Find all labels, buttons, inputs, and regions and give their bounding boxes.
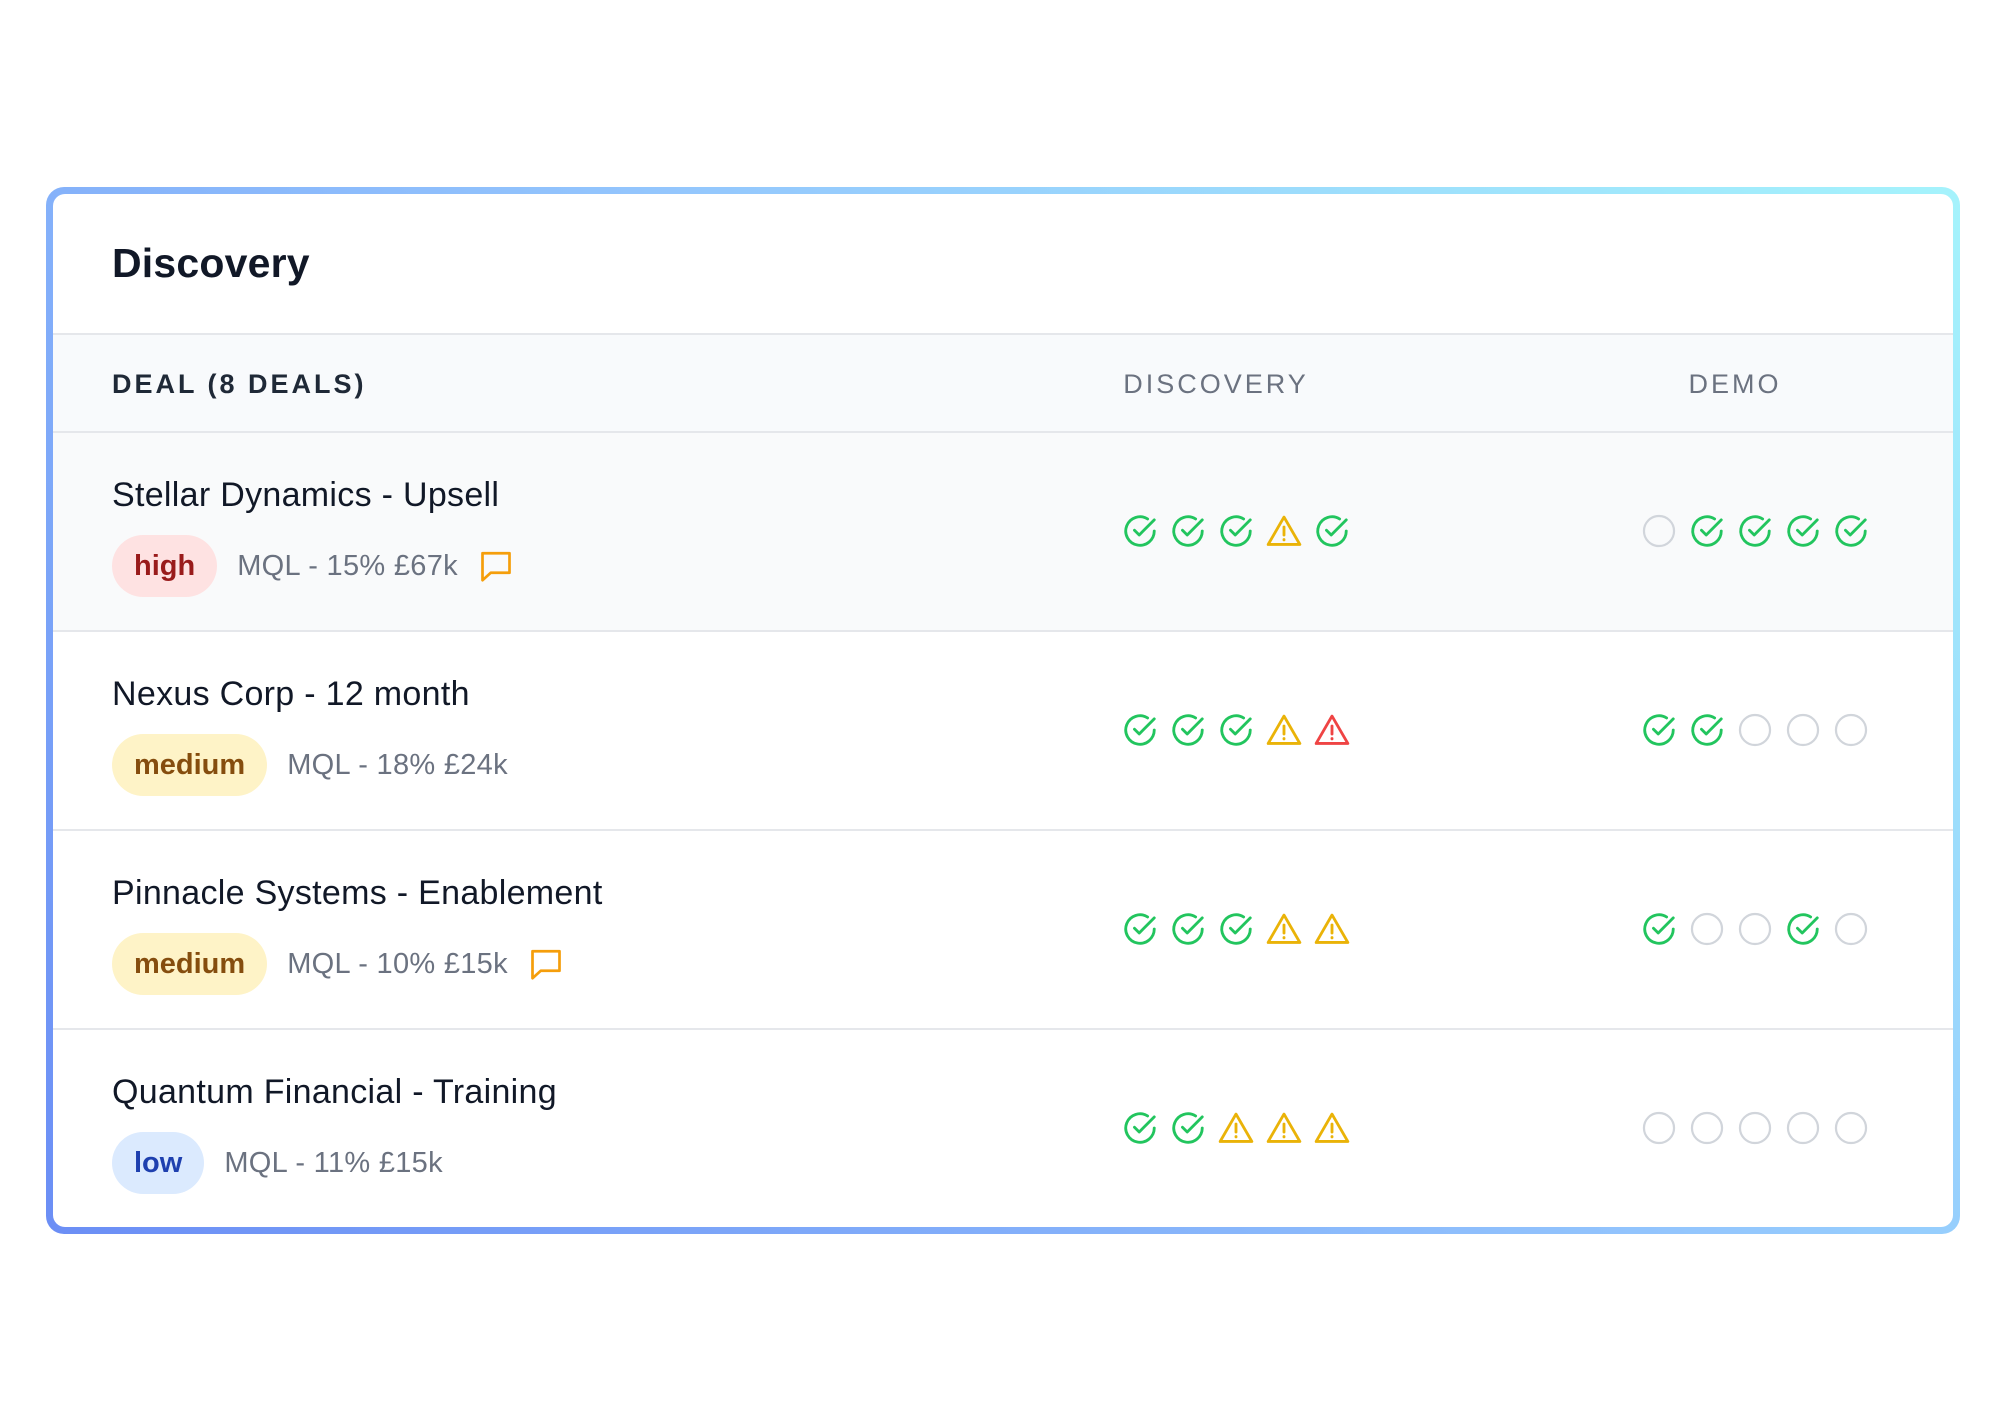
check-circle-icon[interactable] (1121, 1109, 1159, 1147)
warning-triangle-icon[interactable] (1313, 1109, 1351, 1147)
deal-name[interactable]: Stellar Dynamics - Upsell (112, 473, 514, 517)
warning-triangle-icon[interactable] (1265, 910, 1303, 948)
empty-circle-icon[interactable] (1736, 910, 1774, 948)
check-circle-icon[interactable] (1736, 512, 1774, 550)
empty-circle-icon[interactable] (1736, 1109, 1774, 1147)
table-header: DEAL (8 DEALS) DISCOVERY DEMO (53, 335, 1953, 433)
card-frame: Discovery DEAL (8 DEALS) DISCOVERY DEMO … (46, 187, 1960, 1234)
discovery-status-icons (1121, 1108, 1351, 1148)
empty-circle-icon[interactable] (1832, 711, 1870, 749)
deal-cell: Quantum Financial - Training low MQL - 11%… (112, 1070, 557, 1194)
empty-circle-icon[interactable] (1784, 711, 1822, 749)
deal-stage-info: MQL - 11% £15k (224, 1146, 443, 1179)
deal-stage-info: MQL - 15% £67k (237, 549, 458, 582)
warning-triangle-icon[interactable] (1217, 1109, 1255, 1147)
deal-meta: medium MQL - 18% £24k (112, 734, 508, 796)
card-title: Discovery (112, 240, 310, 286)
warning-triangle-icon[interactable] (1265, 512, 1303, 550)
table-row[interactable]: Quantum Financial - Training low MQL - 11%… (53, 1030, 1953, 1227)
alert-triangle-icon[interactable] (1313, 711, 1351, 749)
column-header-deal[interactable]: DEAL (8 DEALS) (112, 335, 367, 433)
column-header-discovery[interactable]: DISCOVERY (1101, 335, 1331, 433)
comment-icon[interactable] (478, 548, 514, 584)
discovery-card: Discovery DEAL (8 DEALS) DISCOVERY DEMO … (53, 194, 1953, 1227)
discovery-status-icons (1121, 710, 1351, 750)
check-circle-icon[interactable] (1121, 910, 1159, 948)
deal-name[interactable]: Quantum Financial - Training (112, 1070, 557, 1114)
check-circle-icon[interactable] (1217, 711, 1255, 749)
check-circle-icon[interactable] (1832, 512, 1870, 550)
check-circle-icon[interactable] (1217, 910, 1255, 948)
empty-circle-icon[interactable] (1688, 1109, 1726, 1147)
empty-circle-icon[interactable] (1832, 910, 1870, 948)
demo-status-icons (1640, 710, 1870, 750)
deal-cell: Pinnacle Systems - Enablement medium MQL -… (112, 871, 603, 995)
empty-circle-icon[interactable] (1736, 711, 1774, 749)
deal-meta: high MQL - 15% £67k (112, 535, 514, 597)
priority-badge: medium (112, 933, 268, 995)
deal-stage-info: MQL - 10% £15k (287, 947, 508, 980)
deal-stage-info: MQL - 18% £24k (287, 748, 508, 781)
comment-icon[interactable] (528, 946, 564, 982)
table-row[interactable]: Pinnacle Systems - Enablement medium MQL -… (53, 831, 1953, 1030)
warning-triangle-icon[interactable] (1313, 910, 1351, 948)
check-circle-icon[interactable] (1784, 910, 1822, 948)
check-circle-icon[interactable] (1169, 512, 1207, 550)
check-circle-icon[interactable] (1640, 711, 1678, 749)
priority-badge: high (112, 535, 218, 597)
check-circle-icon[interactable] (1169, 910, 1207, 948)
check-circle-icon[interactable] (1313, 512, 1351, 550)
empty-circle-icon[interactable] (1640, 1109, 1678, 1147)
card-header: Discovery (53, 194, 1953, 335)
empty-circle-icon[interactable] (1688, 910, 1726, 948)
check-circle-icon[interactable] (1169, 1109, 1207, 1147)
deal-cell: Stellar Dynamics - Upsell high MQL - 15% £… (112, 473, 514, 597)
demo-status-icons (1640, 511, 1870, 551)
demo-status-icons (1640, 909, 1870, 949)
check-circle-icon[interactable] (1640, 910, 1678, 948)
table-body: Stellar Dynamics - Upsell high MQL - 15% £… (53, 433, 1953, 1227)
warning-triangle-icon[interactable] (1265, 711, 1303, 749)
check-circle-icon[interactable] (1169, 711, 1207, 749)
priority-badge: medium (112, 734, 268, 796)
empty-circle-icon[interactable] (1832, 1109, 1870, 1147)
empty-circle-icon[interactable] (1640, 512, 1678, 550)
column-header-demo[interactable]: DEMO (1620, 335, 1850, 433)
discovery-status-icons (1121, 511, 1351, 551)
deal-cell: Nexus Corp - 12 month medium MQL - 18% £24… (112, 672, 508, 796)
priority-badge: low (112, 1132, 205, 1194)
empty-circle-icon[interactable] (1784, 1109, 1822, 1147)
discovery-status-icons (1121, 909, 1351, 949)
check-circle-icon[interactable] (1121, 711, 1159, 749)
deal-meta: medium MQL - 10% £15k (112, 933, 603, 995)
deal-meta: low MQL - 11% £15k (112, 1132, 557, 1194)
deal-name[interactable]: Pinnacle Systems - Enablement (112, 871, 603, 915)
table-row[interactable]: Stellar Dynamics - Upsell high MQL - 15% £… (53, 433, 1953, 632)
demo-status-icons (1640, 1108, 1870, 1148)
check-circle-icon[interactable] (1121, 512, 1159, 550)
check-circle-icon[interactable] (1784, 512, 1822, 550)
table-row[interactable]: Nexus Corp - 12 month medium MQL - 18% £24… (53, 632, 1953, 831)
deal-name[interactable]: Nexus Corp - 12 month (112, 672, 508, 716)
warning-triangle-icon[interactable] (1265, 1109, 1303, 1147)
check-circle-icon[interactable] (1688, 512, 1726, 550)
check-circle-icon[interactable] (1688, 711, 1726, 749)
check-circle-icon[interactable] (1217, 512, 1255, 550)
